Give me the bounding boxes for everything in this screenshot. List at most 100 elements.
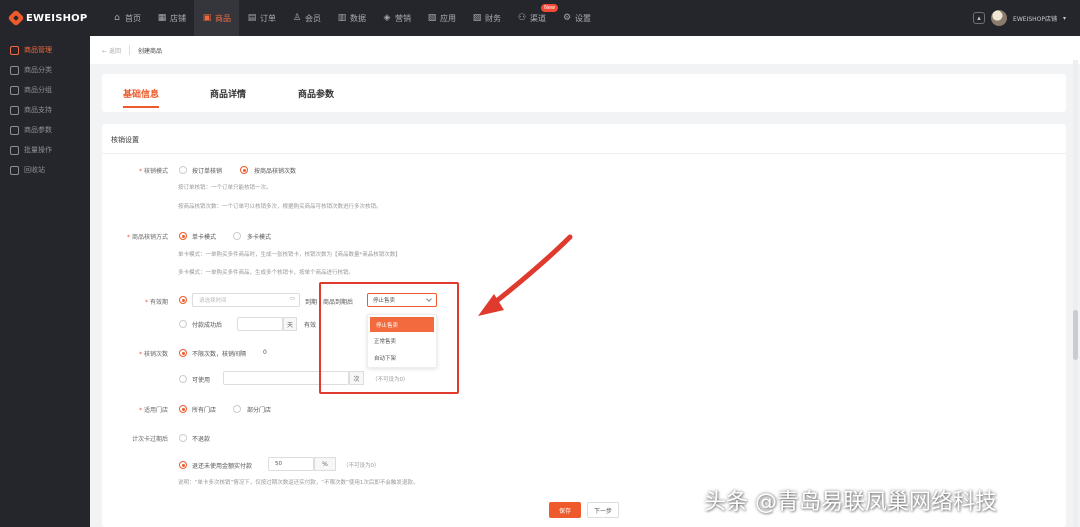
sidebar-item-support[interactable]: 商品支持 — [0, 100, 90, 120]
logo-icon — [7, 9, 25, 27]
nav-data[interactable]: ▥ 数据 — [329, 0, 374, 36]
radio-limited[interactable] — [179, 375, 187, 383]
scrollbar[interactable] — [1073, 60, 1078, 527]
sidebar-item-product-manage[interactable]: 商品管理 — [0, 40, 90, 60]
channel-icon: ⚇ — [517, 12, 527, 23]
next-step-button[interactable]: 下一步 — [587, 502, 619, 518]
brand-logo[interactable]: EWEISHOP — [7, 9, 87, 27]
product-list-icon — [10, 45, 19, 55]
nav-store[interactable]: ▦ 店铺 — [149, 0, 194, 36]
tag-icon: ◈ — [383, 12, 391, 23]
card-mode-hint-1: 单卡模式：一单购买多件商品时，生成一张核销卡，核销次数为【商品数量*商品核销次数… — [178, 252, 401, 258]
option-by-count[interactable]: 按商品核销次数 — [254, 166, 296, 175]
radio-multi-card[interactable] — [233, 232, 241, 240]
batch-icon — [10, 145, 19, 155]
scrollbar-thumb[interactable] — [1073, 310, 1078, 360]
option-by-order[interactable]: 按订单核销 — [192, 166, 222, 175]
radio-validity-days[interactable] — [179, 320, 187, 328]
verify-count-label: * 核销次数 — [138, 351, 168, 358]
refund-percent-input[interactable]: 50 — [268, 457, 314, 471]
option-some-stores[interactable]: 部分门店 — [247, 405, 271, 414]
nav-order[interactable]: ▤ 订单 — [239, 0, 284, 36]
option-all-stores[interactable]: 所有门店 — [192, 405, 216, 414]
app-icon: ▧ — [427, 12, 437, 23]
trash-icon — [10, 165, 19, 175]
breadcrumb: ← 返回 创建商品 — [90, 36, 1080, 64]
divider — [128, 45, 130, 55]
expire-note: 说明：“单卡多次核销”情况下，仅按过期次数返还实付款，“不限次数”使用1次后即不… — [178, 480, 419, 486]
nav-finance[interactable]: ▨ 财务 — [464, 0, 509, 36]
nav-marketing[interactable]: ◈ 营销 — [374, 0, 419, 36]
sidebar-item-params[interactable]: 商品参数 — [0, 120, 90, 140]
support-icon — [10, 105, 19, 115]
radio-unlimited[interactable] — [179, 349, 187, 357]
finance-icon: ▨ — [472, 12, 482, 23]
nav-home[interactable]: ⌂ 首页 — [104, 0, 149, 36]
order-icon: ▤ — [247, 12, 257, 23]
verify-mode-hint-1: 按订单核销：一个订单只能核销一次。 — [178, 185, 272, 191]
card-title: 核销设置 — [111, 136, 139, 144]
tab-params[interactable]: 商品参数 — [298, 74, 334, 112]
product-icon: ▣ — [202, 12, 212, 23]
nav-member[interactable]: ♙ 会员 — [284, 0, 329, 36]
tab-bar: 基础信息 商品详情 商品参数 — [102, 74, 1066, 112]
percent-unit: % — [314, 457, 336, 471]
radio-all-stores[interactable] — [179, 405, 187, 413]
nav-apps[interactable]: ▧ 应用 — [419, 0, 464, 36]
radio-single-card[interactable] — [179, 232, 187, 240]
card-mode-label: * 商品核销方式 — [126, 234, 168, 241]
option-no-refund[interactable]: 不退款 — [192, 434, 210, 443]
validity-days-input[interactable] — [237, 317, 283, 331]
sidebar-item-recycle[interactable]: 回收站 — [0, 160, 90, 180]
radio-validity-date[interactable] — [179, 296, 187, 304]
sidebar-item-group[interactable]: 商品分组 — [0, 80, 90, 100]
gear-icon: ⚙ — [562, 12, 572, 23]
tab-detail[interactable]: 商品详情 — [210, 74, 246, 112]
divider — [102, 153, 1066, 154]
page-title: 创建商品 — [137, 47, 162, 55]
radio-by-order[interactable] — [179, 166, 187, 174]
category-icon — [10, 65, 19, 75]
sidebar-item-category[interactable]: 商品分类 — [0, 60, 90, 80]
option-multi-card[interactable]: 多卡模式 — [247, 232, 271, 241]
sidebar-item-batch[interactable]: 批量操作 — [0, 140, 90, 160]
nav-channel[interactable]: ⚇ 渠道 New — [509, 0, 558, 36]
option-single-card[interactable]: 单卡模式 — [192, 232, 216, 241]
validity-label: * 有效期 — [144, 299, 168, 306]
tab-basic-info[interactable]: 基础信息 — [123, 74, 160, 112]
highlight-frame — [319, 282, 459, 394]
stores-label: * 适用门店 — [138, 407, 168, 414]
nav-product[interactable]: ▣ 商品 — [194, 0, 239, 36]
top-nav-bar: EWEISHOP ⌂ 首页 ▦ 店铺 ▣ 商品 ▤ 订单 ♙ 会员 ▥ 数据 ◈ 营销 ▧ 应用… — [0, 0, 1080, 36]
member-icon: ♙ — [292, 12, 302, 23]
card-mode-hint-2: 多卡模式：一单购买多件商品，生成多个核销卡，按单个商品进行核销。 — [178, 270, 355, 276]
radio-no-refund[interactable] — [179, 434, 187, 442]
validity-to-text: 到期 — [305, 299, 318, 306]
notification-icon[interactable]: ▴ — [973, 12, 986, 24]
data-icon: ▥ — [337, 12, 347, 23]
radio-by-count[interactable] — [240, 166, 248, 174]
save-button[interactable]: 保存 — [549, 502, 581, 518]
avatar[interactable] — [991, 10, 1008, 26]
percent-hint: （不可设为0） — [343, 463, 380, 469]
params-icon — [10, 125, 19, 135]
user-name[interactable]: EWEISHOP店铺 — [1013, 14, 1057, 23]
back-link[interactable]: ← 返回 — [102, 46, 121, 55]
top-nav: ⌂ 首页 ▦ 店铺 ▣ 商品 ▤ 订单 ♙ 会员 ▥ 数据 ◈ 营销 ▧ 应用 ▨ 财务 ⚇ 渠道 N… — [104, 0, 599, 36]
store-icon: ▦ — [157, 12, 167, 23]
home-icon: ⌂ — [114, 12, 120, 23]
unlimited-label: 不限次数，核销间隔 — [192, 351, 247, 358]
annotation-arrow — [478, 234, 573, 316]
chevron-down-icon[interactable]: ▾ — [1063, 15, 1066, 22]
interval-value[interactable]: 0 — [263, 349, 267, 356]
limited-label: 可使用 — [192, 377, 211, 384]
radio-refund[interactable] — [179, 461, 187, 469]
expire-label: 计次卡过期后 — [131, 436, 168, 443]
nav-settings[interactable]: ⚙ 设置 — [554, 0, 599, 36]
validity-date-input[interactable]: 请选择时间 ▭ — [192, 293, 300, 307]
radio-some-stores[interactable] — [233, 405, 241, 413]
verify-mode-label: * 核销模式 — [138, 168, 168, 175]
days-after-pay-label: 付款成功后 — [192, 322, 223, 329]
verify-mode-hint-2: 按商品核销次数：一个订单可以核销多次，根据购买商品可核销次数进行多次核销。 — [178, 204, 382, 210]
option-refund[interactable]: 退还未使用金额实付款 — [192, 461, 252, 470]
